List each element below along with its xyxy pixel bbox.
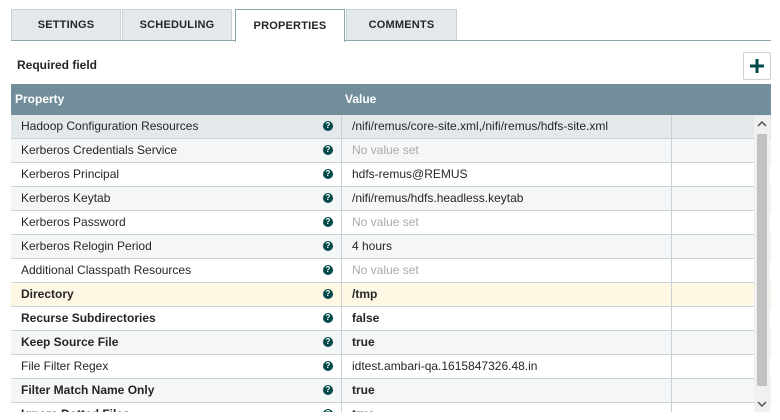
property-name: Additional Classpath Resources: [21, 263, 192, 277]
tab-comments[interactable]: COMMENTS: [346, 9, 457, 40]
tab-properties[interactable]: PROPERTIES: [235, 9, 345, 42]
scroll-down-arrow[interactable]: [754, 396, 770, 412]
property-name: Kerberos Principal: [21, 167, 120, 181]
table-row[interactable]: Ignore Dotted Files? true: [11, 403, 771, 412]
property-value[interactable]: /tmp: [341, 283, 682, 306]
property-name: Hadoop Configuration Resources: [21, 119, 199, 133]
tab-scheduling[interactable]: SCHEDULING: [122, 9, 232, 40]
column-header-property[interactable]: Property: [15, 84, 64, 115]
property-value[interactable]: /nifi/remus/core-site.xml,/nifi/remus/hd…: [341, 115, 682, 138]
add-property-button[interactable]: [743, 52, 771, 80]
help-icon[interactable]: ?: [323, 121, 333, 131]
help-icon[interactable]: ?: [323, 193, 333, 203]
table-row[interactable]: Hadoop Configuration Resources? /nifi/rem…: [11, 115, 771, 139]
property-name: Directory: [21, 287, 74, 301]
vertical-scrollbar[interactable]: [754, 116, 770, 412]
table-body: Hadoop Configuration Resources? /nifi/rem…: [11, 115, 771, 412]
table-row[interactable]: Kerberos Principal? hdfs-remus@REMUS: [11, 163, 771, 187]
table-row[interactable]: Keep Source File? true: [11, 331, 771, 355]
property-name: Filter Match Name Only: [21, 383, 155, 397]
table-row[interactable]: Kerberos Password? No value set: [11, 211, 771, 235]
help-icon[interactable]: ?: [323, 337, 333, 347]
property-value[interactable]: hdfs-remus@REMUS: [341, 163, 682, 186]
chevron-down-icon: [757, 401, 767, 408]
help-icon[interactable]: ?: [323, 265, 333, 275]
property-name: Recurse Subdirectories: [21, 311, 156, 325]
help-icon[interactable]: ?: [323, 313, 333, 323]
table-row[interactable]: Directory? /tmp: [11, 283, 771, 307]
table-row[interactable]: File Filter Regex? idtest.ambari-qa.16158…: [11, 355, 771, 379]
property-name: Ignore Dotted Files: [21, 403, 130, 412]
help-icon[interactable]: ?: [323, 241, 333, 251]
table-row[interactable]: Kerberos Keytab? /nifi/remus/hdfs.headles…: [11, 187, 771, 211]
property-value[interactable]: No value set: [341, 139, 682, 162]
property-name: File Filter Regex: [21, 359, 109, 373]
table-row[interactable]: Filter Match Name Only? true: [11, 379, 771, 403]
column-header-value[interactable]: Value: [345, 84, 376, 115]
tab-bar: SETTINGS SCHEDULING PROPERTIES COMMENTS: [11, 9, 771, 42]
chevron-up-icon: [757, 120, 767, 127]
scroll-up-arrow[interactable]: [754, 116, 770, 132]
property-value[interactable]: /nifi/remus/hdfs.headless.keytab: [341, 187, 682, 210]
property-value[interactable]: false: [341, 307, 682, 330]
property-name: Kerberos Relogin Period: [21, 239, 152, 253]
tab-settings[interactable]: SETTINGS: [11, 9, 121, 40]
property-name: Kerberos Keytab: [21, 191, 111, 205]
required-field-label: Required field: [17, 58, 98, 72]
help-icon[interactable]: ?: [323, 409, 333, 412]
property-value[interactable]: No value set: [341, 259, 682, 282]
property-value[interactable]: true: [341, 379, 682, 402]
property-name: Keep Source File: [21, 335, 119, 349]
property-value[interactable]: true: [341, 403, 682, 412]
help-icon[interactable]: ?: [323, 385, 333, 395]
scrollbar-thumb[interactable]: [757, 134, 767, 386]
property-name: Kerberos Credentials Service: [21, 143, 178, 157]
table-row[interactable]: Recurse Subdirectories? false: [11, 307, 771, 331]
table-header: Property Value: [11, 84, 771, 115]
properties-table: Property Value Hadoop Configuration Reso…: [11, 84, 771, 412]
property-value[interactable]: idtest.ambari-qa.1615847326.48.in: [341, 355, 682, 378]
table-row[interactable]: Kerberos Relogin Period? 4 hours: [11, 235, 771, 259]
help-icon[interactable]: ?: [323, 217, 333, 227]
help-icon[interactable]: ?: [323, 145, 333, 155]
property-value[interactable]: No value set: [341, 211, 682, 234]
property-value[interactable]: true: [341, 331, 682, 354]
help-icon[interactable]: ?: [323, 169, 333, 179]
table-row[interactable]: Kerberos Credentials Service? No value se…: [11, 139, 771, 163]
help-icon[interactable]: ?: [323, 289, 333, 299]
table-row[interactable]: Additional Classpath Resources? No value …: [11, 259, 771, 283]
plus-icon: [750, 59, 764, 73]
help-icon[interactable]: ?: [323, 361, 333, 371]
property-value[interactable]: 4 hours: [341, 235, 682, 258]
property-name: Kerberos Password: [21, 215, 126, 229]
